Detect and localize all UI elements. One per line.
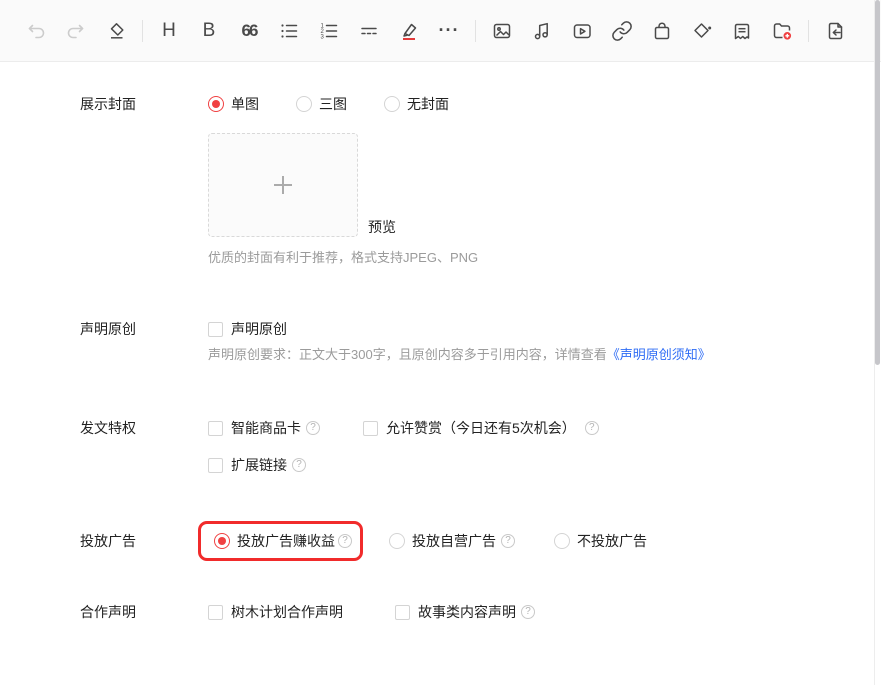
radio-icon[interactable] [554, 533, 570, 549]
original-hint-text: 声明原创要求：正文大于300字，且原创内容多于引用内容，详情查看 [208, 347, 607, 362]
more-glyph: ··· [439, 20, 460, 41]
editor-settings-page: H B 66 123 ··· [0, 0, 881, 685]
bold-glyph: B [203, 21, 216, 40]
cover-options: 单图 三图 无封面 [208, 94, 449, 114]
privilege-smart-product-card-label: 智能商品卡 [231, 418, 301, 438]
original-notice-link[interactable]: 《声明原创须知》 [607, 347, 711, 362]
preview-label[interactable]: 预览 [368, 218, 396, 236]
privileges-section-label: 发文特权 [80, 418, 136, 438]
eraser-icon[interactable] [96, 0, 136, 62]
cover-option-none[interactable]: 无封面 [384, 94, 449, 114]
more-icon[interactable]: ··· [429, 0, 469, 62]
cover-option-three[interactable]: 三图 [296, 94, 347, 114]
ads-option-earn-revenue-label: 投放广告赚收益 [237, 531, 335, 551]
cooperation-options: 树木计划合作声明 故事类内容声明 ? [208, 602, 535, 622]
insert-product-icon[interactable] [642, 0, 682, 62]
cover-upload-box[interactable] [208, 133, 358, 237]
insert-audio-icon[interactable] [522, 0, 562, 62]
scrollbar-track[interactable] [874, 0, 881, 685]
ads-option-no-ads[interactable]: 不投放广告 [554, 531, 647, 551]
heading-glyph: H [162, 21, 176, 40]
cooperation-story-content-label: 故事类内容声明 [418, 602, 516, 622]
privilege-extended-link-label: 扩展链接 [231, 455, 287, 475]
privileges-row2-wrap: 扩展链接 ? [0, 455, 870, 475]
numbered-list-icon[interactable]: 123 [309, 0, 349, 62]
original-checkbox-option[interactable]: 声明原创 [208, 319, 287, 339]
checkbox-icon[interactable] [208, 458, 223, 473]
ads-option-earn-revenue[interactable]: 投放广告赚收益 ? [198, 521, 363, 561]
help-icon[interactable]: ? [585, 421, 599, 435]
insert-card-icon[interactable] [722, 0, 762, 62]
privileges-row1: 智能商品卡 ? 允许赞赏（今日还有5次机会） ? [208, 418, 599, 438]
cooperation-section-label: 合作声明 [80, 602, 136, 622]
toolbar-divider [475, 20, 476, 42]
quote-glyph: 66 [242, 21, 257, 41]
help-icon[interactable]: ? [501, 534, 515, 548]
checkbox-icon[interactable] [395, 605, 410, 620]
privilege-allow-reward-label: 允许赞赏（今日还有5次机会） [386, 418, 576, 438]
cover-section-row: 展示封面 单图 三图 无封面 [0, 94, 870, 114]
plus-icon [274, 176, 292, 194]
cover-hint: 优质的封面有利于推荐，格式支持JPEG、PNG [208, 250, 478, 266]
original-hint: 声明原创要求：正文大于300字，且原创内容多于引用内容，详情查看《声明原创须知》 [208, 347, 711, 363]
help-icon[interactable]: ? [306, 421, 320, 435]
radio-icon[interactable] [389, 533, 405, 549]
checkbox-icon[interactable] [208, 421, 223, 436]
cooperation-section-row: 合作声明 树木计划合作声明 故事类内容声明 ? [0, 602, 870, 622]
privileges-row2: 扩展链接 ? [208, 455, 306, 475]
original-checkbox-label: 声明原创 [231, 319, 287, 339]
ads-section-row: 投放广告 投放广告赚收益 ? 投放自营广告 ? 不投放广告 [0, 521, 870, 561]
checkbox-icon[interactable] [208, 322, 223, 337]
cooperation-story-content[interactable]: 故事类内容声明 ? [395, 602, 535, 622]
cover-section-label: 展示封面 [80, 94, 136, 114]
heading-button[interactable]: H [149, 0, 189, 62]
cover-option-three-label: 三图 [319, 94, 347, 114]
bulleted-list-icon[interactable] [269, 0, 309, 62]
editor-toolbar: H B 66 123 ··· [0, 0, 881, 62]
cover-option-single[interactable]: 单图 [208, 94, 259, 114]
radio-checked-icon[interactable] [214, 533, 230, 549]
help-icon[interactable]: ? [521, 605, 535, 619]
undo-icon[interactable] [16, 0, 56, 62]
original-section-label: 声明原创 [80, 319, 136, 339]
cooperation-tree-plan[interactable]: 树木计划合作声明 [208, 602, 343, 622]
scrollbar-thumb[interactable] [875, 0, 880, 365]
radio-icon[interactable] [384, 96, 400, 112]
insert-link-icon[interactable] [602, 0, 642, 62]
ads-options: 投放广告赚收益 ? 投放自营广告 ? 不投放广告 [198, 521, 647, 561]
original-section-row: 声明原创 声明原创 [0, 319, 870, 339]
divider-line-icon[interactable] [349, 0, 389, 62]
toolbar-divider [142, 20, 143, 42]
cover-option-none-label: 无封面 [407, 94, 449, 114]
help-icon[interactable]: ? [292, 458, 306, 472]
insert-mini-app-icon[interactable] [682, 0, 722, 62]
ads-option-self-operated[interactable]: 投放自营广告 ? [389, 531, 515, 551]
ads-section-label: 投放广告 [80, 531, 136, 551]
insert-image-icon[interactable] [482, 0, 522, 62]
cooperation-tree-plan-label: 树木计划合作声明 [231, 602, 343, 622]
privileges-section-row: 发文特权 智能商品卡 ? 允许赞赏（今日还有5次机会） ? [0, 418, 870, 438]
original-controls: 声明原创 [208, 319, 287, 339]
insert-material-add-icon[interactable] [762, 0, 802, 62]
blockquote-button[interactable]: 66 [229, 0, 269, 62]
radio-checked-icon[interactable] [208, 96, 224, 112]
checkbox-icon[interactable] [208, 605, 223, 620]
bold-button[interactable]: B [189, 0, 229, 62]
checkbox-icon[interactable] [363, 421, 378, 436]
toolbar-divider [808, 20, 809, 42]
help-icon[interactable]: ? [338, 534, 352, 548]
privilege-extended-link[interactable]: 扩展链接 ? [208, 455, 306, 475]
export-document-icon[interactable] [815, 0, 855, 62]
ads-option-no-ads-label: 不投放广告 [577, 531, 647, 551]
insert-video-icon[interactable] [562, 0, 602, 62]
svg-text:3: 3 [321, 34, 325, 40]
radio-icon[interactable] [296, 96, 312, 112]
highlighter-icon[interactable] [389, 0, 429, 62]
privilege-smart-product-card[interactable]: 智能商品卡 ? [208, 418, 320, 438]
cover-option-single-label: 单图 [231, 94, 259, 114]
privilege-allow-reward[interactable]: 允许赞赏（今日还有5次机会） ? [363, 418, 599, 438]
redo-icon[interactable] [56, 0, 96, 62]
ads-option-self-operated-label: 投放自营广告 [412, 531, 496, 551]
